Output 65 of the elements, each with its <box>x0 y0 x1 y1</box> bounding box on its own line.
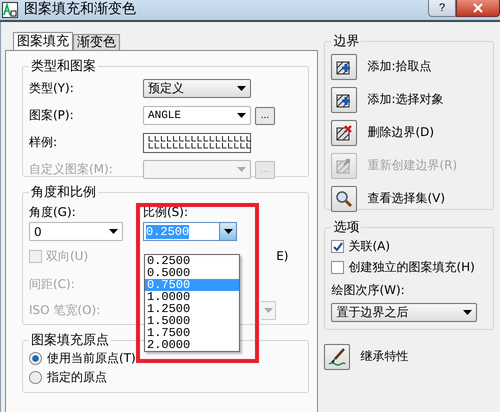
combo-value: 0.2500 <box>146 224 190 238</box>
checkbox-label: 双向(U) <box>46 248 88 264</box>
field-label: ISO 笔宽(O): <box>29 302 100 318</box>
dropdown-arrow-icon <box>237 167 246 172</box>
window-title: 图案填充和渐变色 <box>24 0 136 18</box>
dropdown[interactable]: 0 <box>29 222 123 241</box>
dropdown[interactable]: 置于边界之后 <box>331 303 478 322</box>
dropdown[interactable]: 预定义 <box>143 79 251 98</box>
list-option[interactable]: 2.0000 <box>145 339 239 351</box>
checkbox[interactable] <box>331 261 344 274</box>
search-icon <box>335 190 354 208</box>
checkbox-label: 创建独立的图案填充(H) <box>348 259 475 276</box>
browse-button[interactable]: ... <box>255 106 275 124</box>
radio-button[interactable] <box>29 352 42 365</box>
search-button[interactable] <box>331 186 358 212</box>
dropdown-arrow-icon <box>224 229 232 234</box>
dropdown-arrow-icon <box>109 229 118 234</box>
checkbox-label: E) <box>276 249 288 263</box>
tab[interactable]: 图案填充 <box>13 32 73 50</box>
action-label: 删除边界(D) <box>367 124 434 141</box>
hatch-button[interactable] <box>331 86 358 112</box>
dropdown-arrow-icon <box>264 308 273 312</box>
radio-button[interactable] <box>29 371 42 384</box>
checkbox[interactable] <box>331 240 344 253</box>
action-label: 继承特性 <box>360 348 408 365</box>
tab[interactable]: 渐变色 <box>73 34 120 50</box>
field-label: 类型(Y): <box>29 80 75 97</box>
dropdown-arrow-icon <box>237 86 246 91</box>
action-label: 重新创建边界(R) <box>367 157 458 174</box>
radio-label: 使用当前原点(T) <box>47 350 136 367</box>
list-option[interactable]: 1.0000 <box>145 291 239 303</box>
group-title: 图案填充原点 <box>30 332 110 349</box>
action-label: 添加:选择对象 <box>367 91 444 108</box>
action-label: 添加:拾取点 <box>367 58 432 75</box>
field-label: 角度(G): <box>29 205 76 219</box>
list-option[interactable]: 1.2500 <box>145 303 239 315</box>
field-label: 比例(S): <box>143 205 188 219</box>
group-title: 角度和比例 <box>30 184 97 201</box>
list-option[interactable]: 1.5000 <box>145 315 239 327</box>
checkbox-label: 关联(A) <box>348 238 390 255</box>
field-label: 绘图次序(W): <box>331 282 406 299</box>
list-option[interactable]: 0.2500 <box>145 255 239 267</box>
close-button[interactable] <box>456 0 500 17</box>
hatch-button[interactable] <box>331 54 358 80</box>
radio-label: 指定的原点 <box>47 369 107 386</box>
action-label: 查看选择集(V) <box>367 190 446 207</box>
dropdown-arrow-icon <box>237 113 246 118</box>
field-label: 样例: <box>29 134 58 151</box>
hatch-cross-icon <box>335 124 354 142</box>
list-option[interactable]: 0.5000 <box>145 267 239 279</box>
group-title: 边界 <box>332 33 360 50</box>
brush-button[interactable] <box>324 344 350 370</box>
dropdown[interactable]: ANGLE <box>143 106 251 125</box>
field-label: 自定义图案(M): <box>29 161 114 178</box>
field-label: 图案(P): <box>29 107 75 124</box>
brush-icon <box>327 346 348 366</box>
field-label: 间距(C): <box>29 276 75 292</box>
group-title: 类型和图案 <box>30 58 97 75</box>
app-icon <box>2 2 18 18</box>
help-button[interactable]: ? <box>428 0 456 17</box>
close-icon <box>473 3 483 13</box>
list-option[interactable]: 1.7500 <box>145 327 239 339</box>
hatch-button[interactable] <box>331 120 358 146</box>
group-title: 选项 <box>332 219 360 236</box>
dropdown-arrow-icon <box>463 310 472 315</box>
